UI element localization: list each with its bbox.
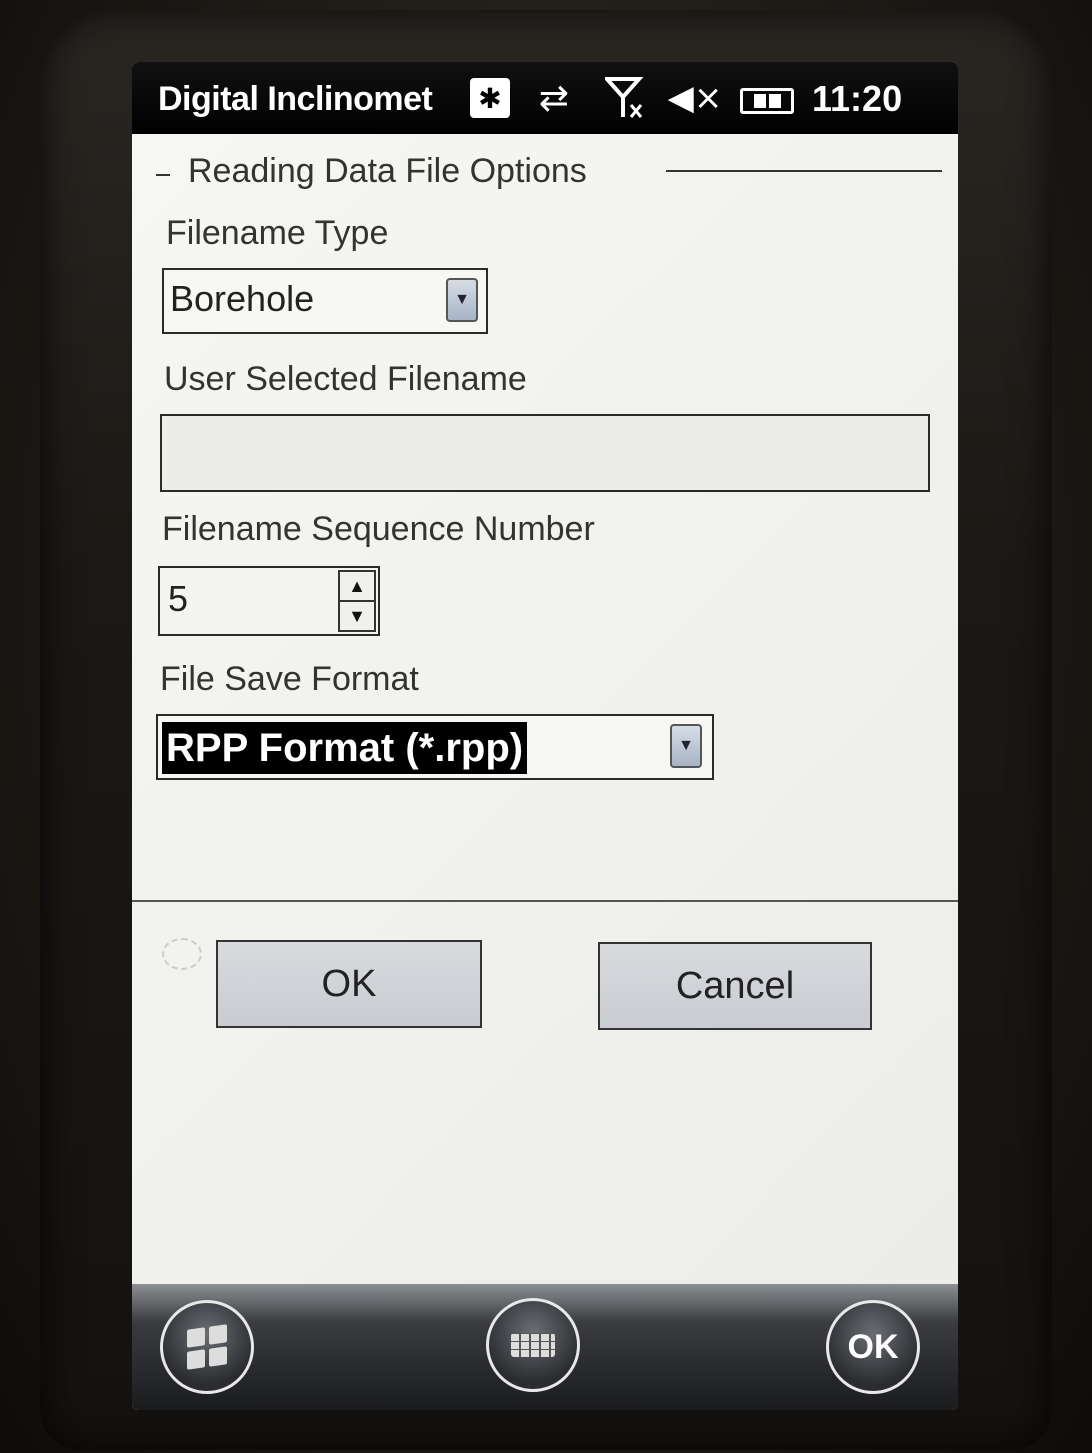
filename-type-dropdown[interactable]: Borehole ▼	[162, 268, 488, 334]
sequence-number-value: 5	[168, 578, 189, 619]
windows-start-icon[interactable]	[160, 1300, 254, 1394]
sequence-number-stepper[interactable]: 5 ▲ ▼	[158, 566, 380, 636]
separator	[132, 900, 958, 902]
soft-key-bar: OK	[132, 1284, 958, 1410]
sync-arrows-icon[interactable]: ⇄	[530, 76, 578, 120]
increment-arrow-icon[interactable]: ▲	[338, 570, 376, 602]
clock[interactable]: 11:20	[812, 78, 902, 120]
bluetooth-icon[interactable]: ✱	[470, 78, 510, 118]
decrement-arrow-icon[interactable]: ▼	[338, 602, 376, 632]
battery-cell	[753, 94, 766, 108]
softkey-ok-button[interactable]: OK	[826, 1300, 920, 1394]
antenna-glyph	[605, 77, 644, 118]
battery-cell	[768, 94, 781, 108]
title-bar: Digital Inclinomet ✱ ⇄ ◀× 11:20	[132, 62, 958, 134]
sequence-number-label: Filename Sequence Number	[162, 510, 595, 548]
keyboard-glyph	[511, 1333, 555, 1357]
windows-logo-glyph	[187, 1324, 227, 1370]
user-filename-label: User Selected Filename	[164, 360, 527, 398]
chevron-down-icon[interactable]: ▼	[446, 278, 478, 322]
app-title: Digital Inclinomet	[158, 80, 433, 118]
ok-button[interactable]: OK	[216, 940, 482, 1028]
group-box-border	[666, 170, 942, 172]
save-format-dropdown[interactable]: RPP Format (*.rpp) ▼	[156, 714, 714, 780]
filename-type-value: Borehole	[170, 278, 315, 319]
cancel-button[interactable]: Cancel	[598, 942, 872, 1030]
volume-muted-icon[interactable]: ◀×	[664, 76, 726, 120]
keyboard-icon[interactable]	[486, 1298, 580, 1392]
device-screen: Digital Inclinomet ✱ ⇄ ◀× 11:20 Reading …	[132, 62, 958, 1410]
group-box-header: Reading Data File Options	[152, 148, 942, 190]
stepper-buttons: ▲ ▼	[338, 570, 376, 632]
user-filename-input[interactable]	[160, 414, 930, 492]
dialog-content: Reading Data File Options Filename Type …	[132, 134, 958, 1284]
busy-indicator	[162, 938, 202, 970]
group-box-border	[156, 174, 170, 176]
filename-type-label: Filename Type	[166, 214, 389, 252]
chevron-down-icon[interactable]: ▼	[670, 724, 702, 768]
save-format-selected-value: RPP Format (*.rpp)	[162, 722, 528, 774]
group-box-title: Reading Data File Options	[188, 152, 587, 190]
no-signal-icon[interactable]	[602, 76, 648, 120]
save-format-label: File Save Format	[160, 660, 419, 698]
battery-icon[interactable]	[740, 88, 794, 114]
